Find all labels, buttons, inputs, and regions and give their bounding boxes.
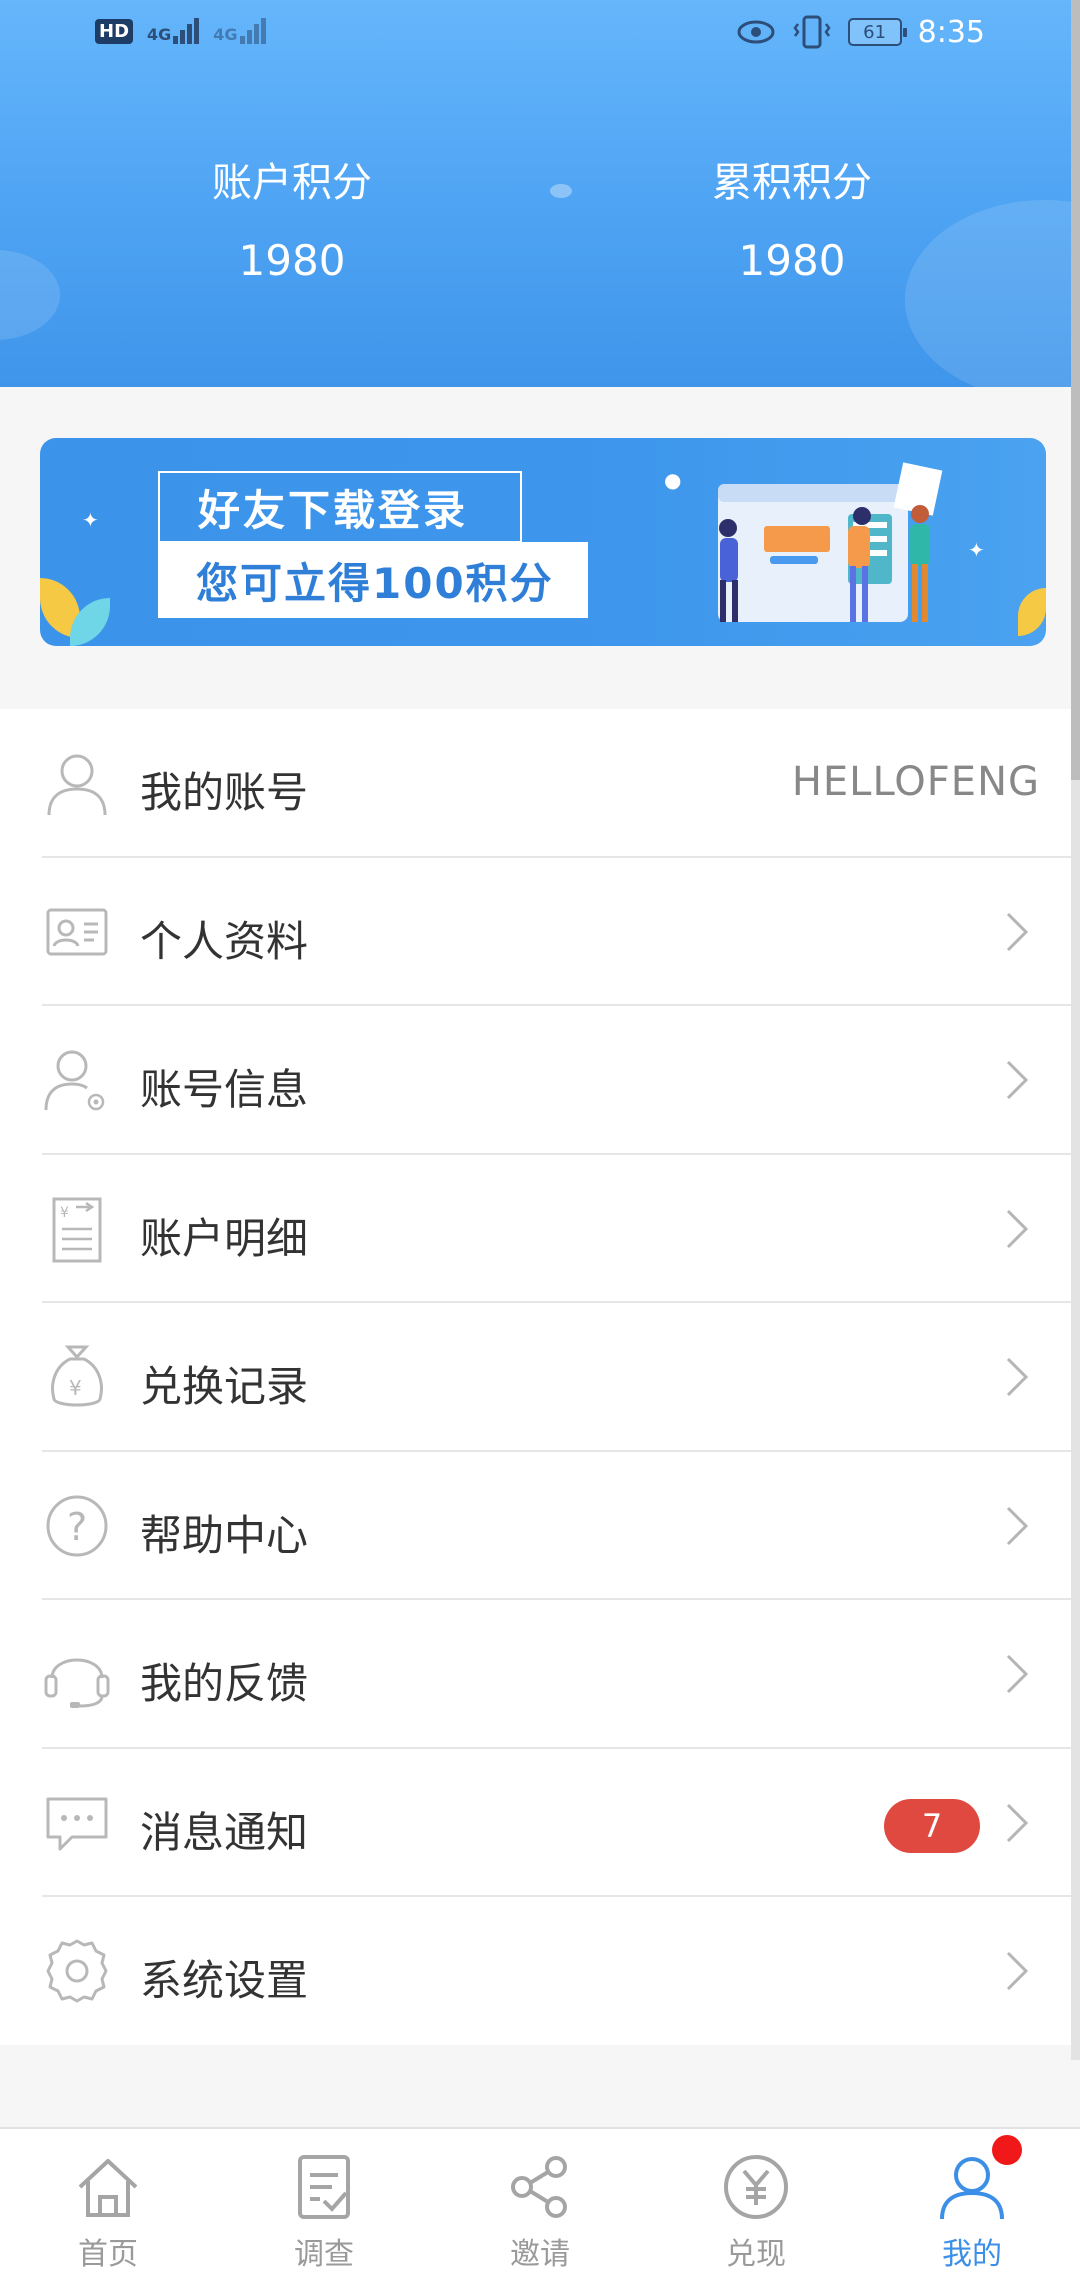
chevron-right-icon	[1006, 1803, 1029, 1842]
yen-coin-icon	[724, 2155, 788, 2219]
headset-icon	[44, 1658, 110, 1708]
menu-item-help-center[interactable]: ? 帮助中心	[0, 1452, 1080, 1601]
menu-item-label: 系统设置	[140, 1956, 309, 2005]
chevron-right-icon	[1006, 1209, 1029, 1248]
points-header: HD 4G 4G 61 8:35 账户积分 1980 累积积分 1980	[0, 0, 1080, 387]
tab-label: 邀请	[510, 2237, 570, 2272]
bottom-tab-bar: 首页 调查 邀请 兑现 我的	[0, 2127, 1080, 2280]
unread-count-badge: 7	[884, 1798, 980, 1853]
menu-item-label: 个人资料	[140, 916, 309, 966]
svg-text:¥: ¥	[60, 1205, 69, 1221]
menu-item-account-detail[interactable]: ¥ 账户明细	[0, 1155, 1080, 1304]
menu-item-label: 我的账号	[140, 768, 309, 817]
id-card-icon	[46, 908, 108, 955]
menu-list: 我的账号 HELLOFENG 个人资料 账号信息 ¥ 账户明细 ¥ 兑换记录 ?…	[0, 709, 1080, 2045]
banner-headline: 好友下载登录	[158, 471, 522, 543]
vibrate-icon	[793, 15, 831, 49]
notification-dot	[992, 2135, 1022, 2165]
chat-icon	[46, 1797, 108, 1850]
tab-survey[interactable]: 调查	[264, 2151, 384, 2273]
menu-item-exchange-records[interactable]: ¥ 兑换记录	[0, 1303, 1080, 1452]
chevron-right-icon	[1006, 1060, 1029, 1100]
menu-item-label: 兑换记录	[140, 1362, 309, 1411]
signal-icon: 4G	[213, 18, 266, 44]
sparkle-icon: ✦	[82, 508, 99, 532]
invite-banner[interactable]: ✦ ● ✦ 好友下载登录 您可立得100积分	[40, 438, 1046, 646]
svg-text:?: ?	[67, 1505, 87, 1549]
tab-home[interactable]: 首页	[48, 2151, 168, 2273]
menu-item-profile[interactable]: 个人资料	[0, 858, 1080, 1007]
menu-item-feedback[interactable]: 我的反馈	[0, 1600, 1080, 1749]
decor-bubble	[0, 250, 60, 340]
menu-item-label: 账号信息	[140, 1065, 309, 1114]
total-points: 累积积分 1980	[642, 150, 942, 285]
account-points-label: 账户积分	[212, 160, 372, 206]
tab-label: 我的	[942, 2237, 1002, 2272]
share-icon	[511, 2156, 567, 2218]
menu-item-label: 我的反馈	[140, 1659, 309, 1708]
eye-icon	[737, 20, 775, 44]
clock: 8:35	[917, 14, 985, 50]
user-settings-icon	[44, 1050, 105, 1111]
battery-icon: 61	[847, 18, 907, 46]
menu-item-my-account[interactable]: 我的账号 HELLOFENG	[0, 709, 1080, 858]
chevron-right-icon	[1006, 1506, 1029, 1545]
total-points-label: 累积积分	[712, 160, 872, 206]
menu-item-settings[interactable]: 系统设置	[0, 1897, 1080, 2046]
menu-item-account-info[interactable]: 账号信息	[0, 1006, 1080, 1155]
scrollbar-thumb[interactable]	[1071, 0, 1080, 780]
tab-redeem[interactable]: 兑现	[696, 2151, 816, 2273]
survey-icon	[298, 2155, 350, 2219]
tab-invite[interactable]: 邀请	[480, 2151, 600, 2273]
chevron-right-icon	[1006, 1357, 1029, 1397]
chevron-right-icon	[1006, 912, 1029, 951]
chevron-right-icon	[1006, 1951, 1029, 1991]
tab-label: 首页	[78, 2237, 138, 2272]
sparkle-icon: ●	[664, 468, 682, 492]
menu-item-label: 帮助中心	[140, 1510, 309, 1560]
account-points-value: 1980	[238, 236, 346, 285]
tab-mine[interactable]: 我的	[912, 2151, 1032, 2273]
menu-item-notifications[interactable]: 消息通知 7	[0, 1749, 1080, 1898]
status-bar: HD 4G 4G 61 8:35	[0, 0, 1080, 72]
hd-indicator: HD	[95, 18, 134, 44]
decor-leaf	[1018, 588, 1046, 636]
money-bag-icon: ¥	[51, 1345, 103, 1407]
signal-icon: 4G	[147, 18, 200, 44]
question-icon: ?	[46, 1495, 108, 1556]
user-icon	[47, 754, 107, 816]
account-username: HELLOFENG	[791, 759, 1040, 805]
account-points: 账户积分 1980	[142, 150, 442, 285]
menu-item-label: 消息通知	[140, 1807, 309, 1857]
people-illustration-icon	[718, 462, 943, 622]
tab-label: 兑现	[726, 2237, 786, 2272]
total-points-value: 1980	[738, 236, 846, 285]
svg-text:¥: ¥	[69, 1376, 82, 1400]
tab-label: 调查	[294, 2237, 354, 2272]
home-icon	[78, 2159, 138, 2217]
chevron-right-icon	[1006, 1654, 1029, 1694]
bill-icon: ¥	[52, 1197, 102, 1262]
decor-dot	[550, 184, 572, 198]
gear-icon	[46, 1939, 108, 2003]
menu-item-label: 账户明细	[140, 1213, 309, 1263]
banner-subline: 您可立得100积分	[158, 542, 588, 618]
